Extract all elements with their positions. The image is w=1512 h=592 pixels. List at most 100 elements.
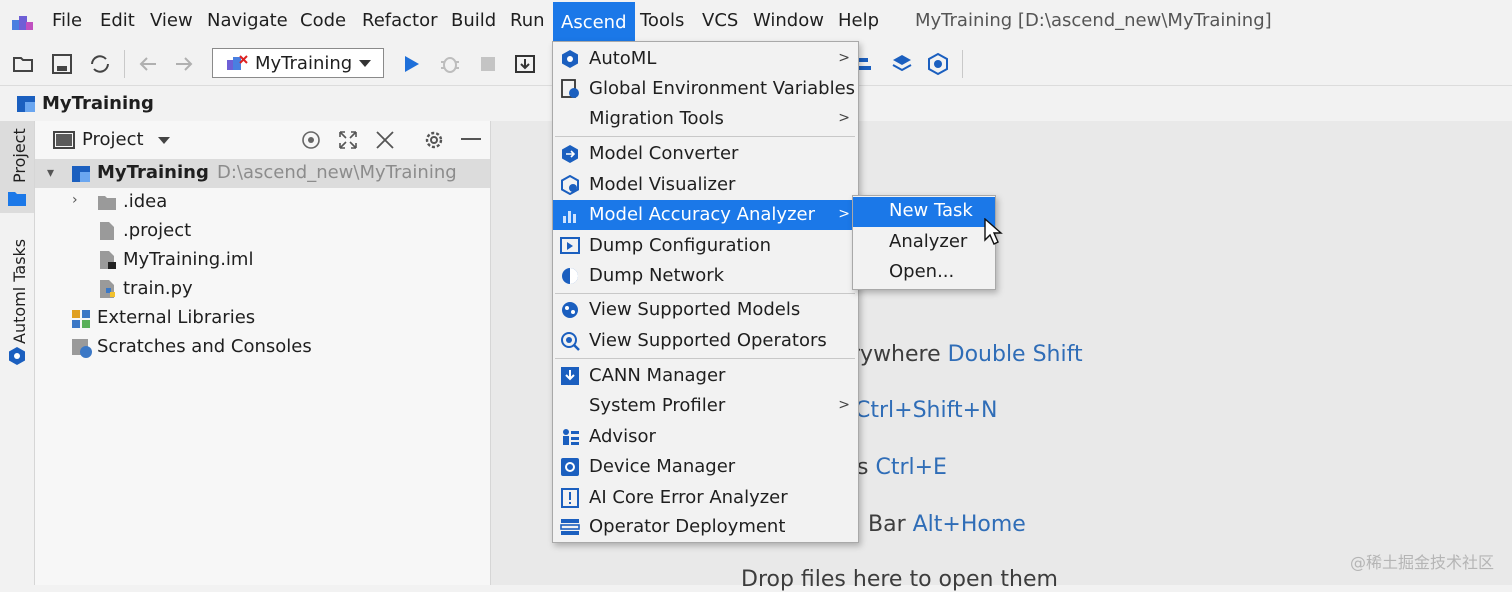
tree-row-project-root[interactable]: ▾ MyTraining D:\ascend_new\MyTraining [35,159,490,188]
menu-item-automl[interactable]: AutoML > [553,44,858,74]
sync-icon[interactable] [88,52,112,76]
menu-item-label: Advisor [589,426,656,447]
mouse-cursor-icon [984,218,1003,245]
back-arrow-icon[interactable] [136,52,160,76]
menu-item-model-accuracy-analyzer[interactable]: Model Accuracy Analyzer > [553,200,858,230]
tree-row-external-libraries[interactable]: External Libraries [35,304,490,333]
menu-item-operator-deployment[interactable]: Operator Deployment [553,512,858,542]
menu-window[interactable]: Window [753,10,824,31]
collapse-all-icon[interactable] [374,129,396,151]
submenu-item-label: Analyzer [889,231,968,252]
device-manager-icon [561,458,579,476]
menu-help[interactable]: Help [838,10,879,31]
menu-separator [555,293,855,294]
menu-edit[interactable]: Edit [100,10,135,31]
scratches-icon [72,339,92,358]
tree-row-train-py[interactable]: train.py [35,275,490,304]
hint-navigation-bar: Bar Alt+Home [868,512,1026,537]
menu-item-cann-manager[interactable]: CANN Manager [553,361,858,391]
chevron-right-icon[interactable]: › [72,192,78,208]
model-visualizer-icon [561,175,579,195]
gear-icon[interactable] [422,128,446,152]
submenu-analyzer[interactable]: Analyzer [853,228,995,258]
automl-tasks-tab[interactable]: Automl Tasks [0,236,34,376]
menu-code[interactable]: Code [300,10,346,31]
menu-navigate[interactable]: Navigate [207,10,288,31]
submenu-new-task[interactable]: New Task [853,197,995,227]
run-config-label: MyTraining [255,53,353,74]
locate-icon[interactable] [300,129,322,151]
ascend-tool-icon-3[interactable] [926,52,950,76]
project-view-selector[interactable]: Project [82,129,144,150]
menu-item-model-converter[interactable]: Model Converter [553,139,858,169]
model-converter-icon [562,145,578,163]
tree-item-label: .project [123,220,192,241]
supported-operators-icon [561,332,580,351]
tree-item-path: D:\ascend_new\MyTraining [217,162,457,183]
cann-manager-icon [561,367,579,385]
menu-item-view-supported-models[interactable]: View Supported Models [553,295,858,325]
expand-all-icon[interactable] [337,129,359,151]
menu-tools[interactable]: Tools [640,10,684,31]
project-tab-label: Project [10,128,29,183]
menu-item-global-env-vars[interactable]: Global Environment Variables [553,74,858,104]
menu-refactor[interactable]: Refactor [362,10,438,31]
hint-text: rywhere [851,342,948,367]
menu-item-ai-core-error-analyzer[interactable]: AI Core Error Analyzer [553,483,858,513]
run-icon[interactable] [399,52,423,76]
tree-row-iml-file[interactable]: MyTraining.iml [35,246,490,275]
menu-separator [555,358,855,359]
forward-arrow-icon[interactable] [172,52,196,76]
tree-row-scratches[interactable]: Scratches and Consoles [35,333,490,362]
menu-vcs[interactable]: VCS [702,10,738,31]
menu-item-dump-network[interactable]: Dump Network [553,261,858,291]
project-view-icon [53,131,75,149]
window-title: MyTraining [D:\ascend_new\MyTraining] [915,10,1272,31]
menu-item-label: Model Converter [589,143,739,164]
ascend-tool-icon-2[interactable] [890,52,914,76]
minimize-icon[interactable] [461,138,481,140]
menu-bar: File Edit View Navigate Code Refactor Bu… [0,0,1512,44]
breadcrumb-project[interactable]: MyTraining [42,93,154,114]
open-folder-icon[interactable] [12,52,36,76]
iml-file-icon [100,251,116,269]
chevron-down-icon[interactable] [158,137,170,144]
watermark: @稀土掘金技术社区 [1349,553,1494,572]
menu-run[interactable]: Run [510,10,545,31]
module-icon [17,96,35,112]
menu-item-migration-tools[interactable]: Migration Tools > [553,104,858,134]
stop-icon[interactable] [476,52,500,76]
menu-item-model-visualizer[interactable]: Model Visualizer [553,170,858,200]
debug-icon[interactable] [438,52,462,76]
menu-build[interactable]: Build [451,10,496,31]
tree-row-idea[interactable]: › .idea [35,188,490,217]
deploy-icon[interactable] [513,52,537,76]
menu-item-system-profiler[interactable]: System Profiler > [553,391,858,421]
menu-item-label: Global Environment Variables [589,78,856,99]
menu-item-view-supported-operators[interactable]: View Supported Operators [553,326,858,356]
project-panel-header: Project [35,121,490,159]
menu-item-dump-configuration[interactable]: Dump Configuration [553,231,858,261]
save-icon[interactable] [50,52,74,76]
menu-item-advisor[interactable]: Advisor [553,422,858,452]
menu-item-label: System Profiler [589,395,726,416]
tree-item-label: Scratches and Consoles [97,336,312,357]
chevron-right-icon: > [838,50,850,66]
menu-item-label: Migration Tools [589,108,724,129]
submenu-item-label: New Task [889,200,973,221]
tree-row-project-file[interactable]: .project [35,217,490,246]
submenu-open[interactable]: Open... [853,258,995,288]
menu-ascend[interactable]: Ascend [553,2,635,44]
run-config-selector[interactable]: MyTraining [212,48,384,78]
chevron-down-icon[interactable]: ▾ [47,165,54,181]
automl-icon [9,347,25,365]
env-vars-icon [561,79,579,98]
accuracy-analyzer-icon [563,211,576,223]
menu-item-device-manager[interactable]: Device Manager [553,452,858,482]
hint-shortcut: Ctrl+Shift+N [855,398,998,423]
app-logo-icon [12,16,33,30]
menu-view[interactable]: View [150,10,193,31]
tool-window-stripe: Project Automl Tasks [0,121,35,585]
project-tab[interactable]: Project [0,121,34,213]
menu-file[interactable]: File [52,10,82,31]
